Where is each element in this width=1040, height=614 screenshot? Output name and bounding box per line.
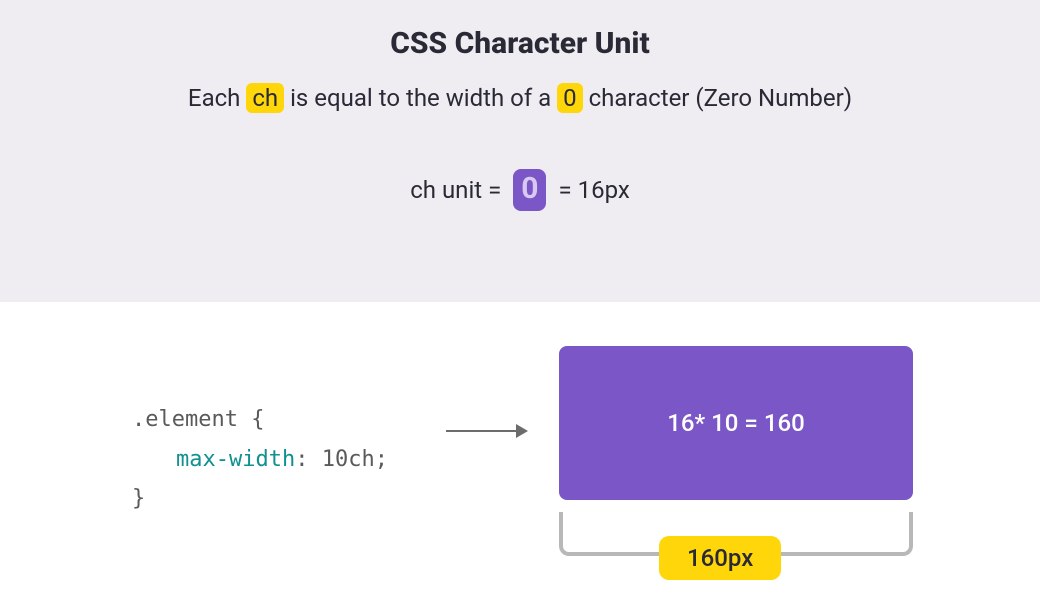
code-value: : 10ch;: [295, 447, 388, 472]
result-box: 16* 10 = 160: [559, 346, 913, 500]
equation-right: = 16px: [558, 176, 629, 204]
subtitle-text-2: is equal to the width of a: [284, 84, 557, 112]
subtitle-text-1: Each: [188, 84, 246, 112]
zero-pill: 0: [513, 169, 546, 211]
code-property: max-width: [132, 447, 295, 472]
page-title: CSS Character Unit: [0, 26, 1040, 61]
arrow-right-icon: [446, 430, 526, 432]
width-badge: 160px: [659, 536, 781, 580]
subtitle: Each ch is equal to the width of a 0 cha…: [0, 83, 1040, 113]
equation-row: ch unit = 0 = 16px: [0, 169, 1040, 211]
demo-panel: .element { max-width: 10ch; } 16* 10 = 1…: [0, 302, 1040, 614]
highlight-ch: ch: [246, 83, 284, 113]
equation-left: ch unit =: [410, 176, 501, 204]
subtitle-text-3: character (Zero Number): [583, 84, 852, 112]
highlight-zero: 0: [557, 83, 583, 113]
code-block: .element { max-width: 10ch; }: [132, 400, 388, 519]
header-panel: CSS Character Unit Each ch is equal to t…: [0, 0, 1040, 302]
code-close: }: [132, 486, 145, 511]
result-text: 16* 10 = 160: [667, 409, 805, 437]
code-selector: .element {: [132, 407, 264, 432]
